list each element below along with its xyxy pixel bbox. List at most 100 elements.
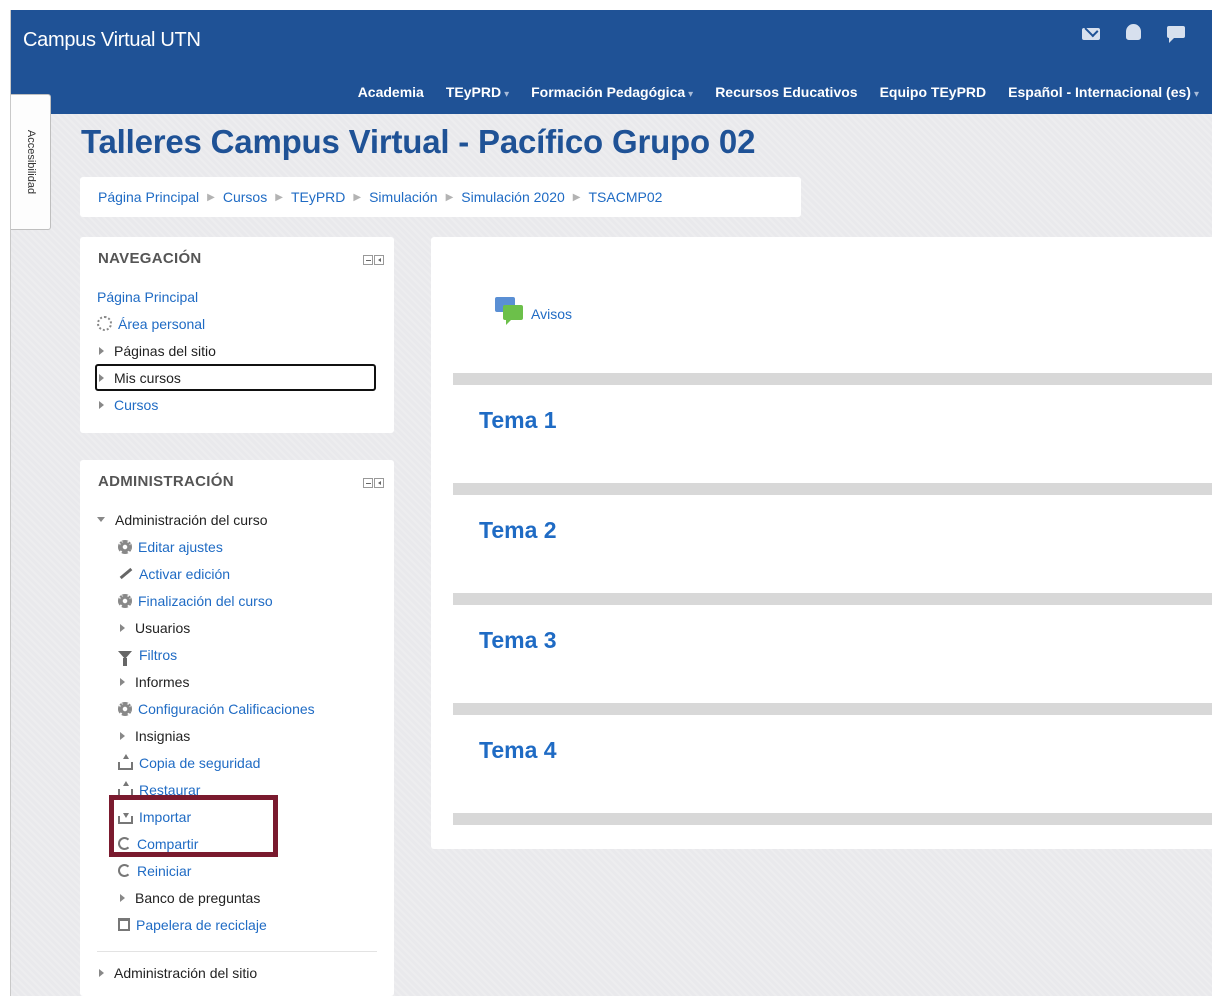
admin-item-reiniciar[interactable]: Reiniciar	[118, 857, 315, 884]
admin-item-label: Copia de seguridad	[139, 754, 261, 771]
nav-item-label: Páginas del sitio	[114, 342, 216, 359]
filter-icon	[118, 650, 132, 666]
menu-equipo-teyprd[interactable]: Equipo TEyPRD	[880, 84, 987, 100]
admin-item-label: Usuarios	[135, 619, 191, 636]
expand-arrow-icon	[120, 623, 125, 632]
topic-title-3[interactable]: Tema 3	[479, 627, 557, 654]
admin-item-label: Finalización del curso	[138, 592, 273, 609]
chat-icon[interactable]	[1167, 26, 1185, 43]
menu-label: Equipo TEyPRD	[879, 84, 987, 100]
nav-item-paginas-del-sitio[interactable]: Páginas del sitio	[97, 337, 376, 364]
gear-icon	[118, 701, 132, 716]
dock-block-icon[interactable]	[374, 255, 384, 265]
pencil-icon	[118, 566, 133, 581]
admin-item-insignias[interactable]: Insignias	[118, 722, 315, 749]
collapse-arrow-icon	[97, 517, 105, 522]
accessibility-tab[interactable]: Accesibilidad	[11, 94, 51, 230]
admin-item-label: Informes	[135, 673, 190, 690]
collapse-block-icon[interactable]	[363, 255, 373, 265]
administration-block-title: ADMINISTRACIÓN	[98, 473, 234, 490]
breadcrumb-item-home[interactable]: Página Principal	[98, 189, 199, 205]
page-title: Talleres Campus Virtual - Pacífico Grupo…	[81, 123, 756, 160]
breadcrumb-item-course[interactable]: TSACMP02	[589, 189, 663, 205]
admin-item-course-admin[interactable]: Administración del curso	[97, 506, 268, 533]
topic-title-4[interactable]: Tema 4	[479, 737, 557, 764]
breadcrumb: Página Principal ▶ Cursos ▶ TEyPRD ▶ Sim…	[80, 177, 801, 217]
admin-item-label: Activar edición	[139, 565, 231, 582]
accessibility-label: Accesibilidad	[24, 129, 37, 195]
nav-item-mis-cursos[interactable]: Mis cursos	[95, 364, 376, 391]
dock-block-icon[interactable]	[374, 478, 384, 488]
admin-item-label: Editar ajustes	[138, 538, 223, 555]
breadcrumb-item-cursos[interactable]: Cursos	[223, 189, 267, 205]
admin-item-filtros[interactable]: Filtros	[118, 641, 315, 668]
admin-item-finalizacion[interactable]: Finalización del curso	[118, 587, 315, 614]
breadcrumb-item-teyprd[interactable]: TEyPRD	[291, 189, 345, 205]
navigation-block-title: NAVEGACIÓN	[98, 250, 202, 267]
admin-item-copia-seguridad[interactable]: Copia de seguridad	[118, 749, 315, 776]
nav-item-pagina-principal[interactable]: Página Principal	[97, 283, 376, 310]
menu-label: Formación Pedagógica	[531, 84, 686, 100]
admin-item-informes[interactable]: Informes	[118, 668, 315, 695]
admin-item-label: Filtros	[139, 646, 178, 663]
admin-item-config-calificaciones[interactable]: Configuración Calificaciones	[118, 695, 315, 722]
nav-item-label: Cursos	[114, 396, 159, 413]
expand-arrow-icon	[99, 346, 104, 355]
nav-item-label: Página Principal	[97, 288, 199, 305]
menu-recursos-educativos[interactable]: Recursos Educativos	[715, 84, 857, 100]
admin-item-activar-edicion[interactable]: Activar edición	[118, 560, 315, 587]
header-icons	[1082, 24, 1185, 43]
administration-block: ADMINISTRACIÓN Administración del curso …	[80, 460, 394, 996]
block-divider	[97, 951, 377, 952]
collapse-block-icon[interactable]	[363, 478, 373, 488]
block-controls	[363, 255, 384, 265]
main-menu: Academia TEyPRD ▾ Formación Pedagógica ▾ R…	[336, 84, 1199, 100]
gear-icon	[118, 593, 132, 608]
nav-item-cursos[interactable]: Cursos	[97, 391, 376, 418]
navigation-tree: Página Principal Área personal Páginas d…	[95, 283, 376, 418]
expand-arrow-icon	[120, 893, 125, 902]
bell-icon[interactable]	[1126, 24, 1141, 40]
breadcrumb-separator-icon: ▶	[572, 191, 581, 203]
admin-item-label: Insignias	[135, 727, 191, 744]
section-divider	[453, 813, 1212, 825]
caret-down-icon: ▾	[1193, 89, 1199, 100]
site-brand[interactable]: Campus Virtual UTN	[23, 29, 201, 52]
breadcrumb-item-simulacion[interactable]: Simulación	[369, 189, 437, 205]
nav-item-area-personal[interactable]: Área personal	[97, 310, 376, 337]
breadcrumb-separator-icon: ▶	[275, 191, 283, 203]
dashboard-icon	[97, 316, 112, 331]
admin-item-label: Reiniciar	[137, 862, 192, 879]
top-navbar: Campus Virtual UTN Academia TEyPRD ▾ Form…	[11, 10, 1212, 114]
mail-icon[interactable]	[1082, 28, 1100, 40]
section-divider	[453, 373, 1212, 385]
menu-language[interactable]: Español - Internacional (es) ▾	[1008, 84, 1199, 100]
admin-item-banco-preguntas[interactable]: Banco de preguntas	[118, 884, 315, 911]
caret-down-icon: ▾	[504, 89, 510, 100]
forum-avisos[interactable]: Avisos	[495, 297, 572, 325]
menu-label: Español - Internacional (es)	[1008, 84, 1191, 100]
topic-title-1[interactable]: Tema 1	[479, 407, 557, 434]
admin-item-site-admin[interactable]: Administración del sitio	[97, 959, 257, 986]
menu-label: Academia	[357, 84, 424, 100]
menu-formacion-pedagogica[interactable]: Formación Pedagógica ▾	[531, 84, 693, 100]
menu-academia[interactable]: Academia	[358, 84, 424, 100]
breadcrumb-separator-icon: ▶	[445, 191, 454, 203]
browser-viewport: Campus Virtual UTN Academia TEyPRD ▾ Form…	[10, 10, 1212, 996]
topic-title-2[interactable]: Tema 2	[479, 517, 557, 544]
breadcrumb-item-simulacion-2020[interactable]: Simulación 2020	[461, 189, 565, 205]
nav-item-label: Área personal	[118, 315, 206, 332]
expand-arrow-icon	[99, 400, 104, 409]
expand-arrow-icon	[120, 677, 125, 686]
admin-item-label: Configuración Calificaciones	[138, 700, 315, 717]
menu-label: TEyPRD	[445, 84, 502, 100]
breadcrumb-separator-icon: ▶	[207, 191, 215, 203]
forum-icon	[495, 297, 525, 325]
admin-item-usuarios[interactable]: Usuarios	[118, 614, 315, 641]
annotation-highlight-box	[109, 795, 278, 857]
section-divider	[453, 593, 1212, 605]
menu-teyprd[interactable]: TEyPRD ▾	[446, 84, 509, 100]
admin-item-editar-ajustes[interactable]: Editar ajustes	[118, 533, 315, 560]
admin-item-papelera[interactable]: Papelera de reciclaje	[118, 911, 315, 938]
expand-arrow-icon	[99, 968, 104, 977]
